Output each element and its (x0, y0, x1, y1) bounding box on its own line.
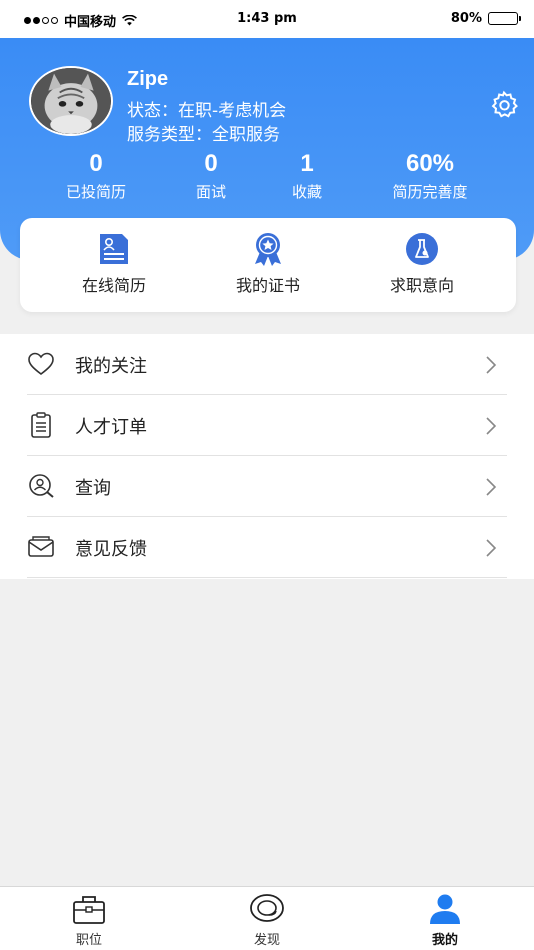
chat-bubble-icon (250, 894, 284, 922)
stat-interview[interactable]: 0 面试 (171, 150, 251, 202)
intention-icon (406, 233, 438, 265)
chevron-right-icon (486, 417, 497, 435)
chevron-right-icon (486, 478, 497, 496)
search-person-icon (29, 474, 54, 498)
quick-my-certificate[interactable]: 我的证书 (203, 232, 333, 296)
username: Zipe (127, 68, 169, 90)
cat-photo (31, 68, 111, 134)
quick-label: 我的证书 (235, 276, 300, 295)
resume-icon (100, 234, 128, 264)
status-bar: 中国移动 1:43 pm 80% (0, 0, 534, 38)
menu-item-feedback[interactable]: 意见反馈 (0, 517, 534, 578)
stat-label: 已投简历 (65, 183, 126, 201)
stat-label: 面试 (195, 183, 226, 201)
menu-label: 人才订单 (75, 417, 147, 438)
person-icon (430, 894, 460, 924)
menu-label: 意见反馈 (75, 539, 147, 560)
job-status: 状态：在职-考虑机会 (127, 101, 287, 121)
tab-label: 我的 (431, 933, 458, 948)
chevron-right-icon (486, 356, 497, 374)
battery-info: 80% (450, 11, 521, 26)
quick-label: 求职意向 (389, 276, 454, 295)
quick-actions-card: 在线简历 我的证书 求职意向 (20, 218, 516, 312)
tab-label: 发现 (253, 933, 280, 948)
quick-label: 在线简历 (81, 276, 146, 295)
heart-icon (28, 352, 54, 376)
battery-percent: 80% (450, 11, 482, 26)
envelope-icon (28, 536, 54, 557)
stat-value: 60% (405, 150, 455, 177)
stat-completeness[interactable]: 60% 简历完善度 (375, 150, 485, 202)
divider (27, 577, 507, 578)
stat-label: 收藏 (291, 183, 322, 201)
clipboard-icon (31, 412, 51, 438)
stats-row: 0 已投简历 0 面试 1 收藏 60% 简历完善度 (0, 150, 534, 210)
stat-value: 0 (89, 150, 103, 177)
menu-label: 查询 (75, 478, 111, 499)
chevron-right-icon (486, 539, 497, 557)
gear-icon[interactable] (489, 90, 519, 120)
avatar[interactable] (29, 66, 113, 136)
service-type: 服务类型：全职服务 (127, 125, 280, 145)
battery-icon (488, 12, 521, 25)
briefcase-icon (73, 896, 105, 924)
stat-label: 简历完善度 (392, 183, 468, 201)
tab-jobs[interactable]: 职位 (49, 893, 129, 948)
stat-value: 1 (300, 150, 314, 177)
menu-list: 我的关注 人才订单 查询 意见反馈 (0, 334, 534, 579)
tab-discover[interactable]: 发现 (227, 893, 307, 948)
quick-online-resume[interactable]: 在线简历 (49, 232, 179, 296)
quick-job-intention[interactable]: 求职意向 (357, 232, 487, 296)
tab-bar: 职位 发现 我的 (0, 886, 534, 950)
certificate-icon (255, 233, 281, 266)
menu-label: 我的关注 (75, 356, 147, 377)
tab-label: 职位 (75, 933, 102, 948)
menu-item-query[interactable]: 查询 (0, 456, 534, 517)
menu-item-following[interactable]: 我的关注 (0, 334, 534, 395)
stat-value: 0 (204, 150, 218, 177)
stat-applied[interactable]: 0 已投简历 (56, 150, 136, 202)
tab-mine[interactable]: 我的 (405, 893, 485, 948)
stat-favorites[interactable]: 1 收藏 (267, 150, 347, 202)
menu-item-talent-orders[interactable]: 人才订单 (0, 395, 534, 456)
